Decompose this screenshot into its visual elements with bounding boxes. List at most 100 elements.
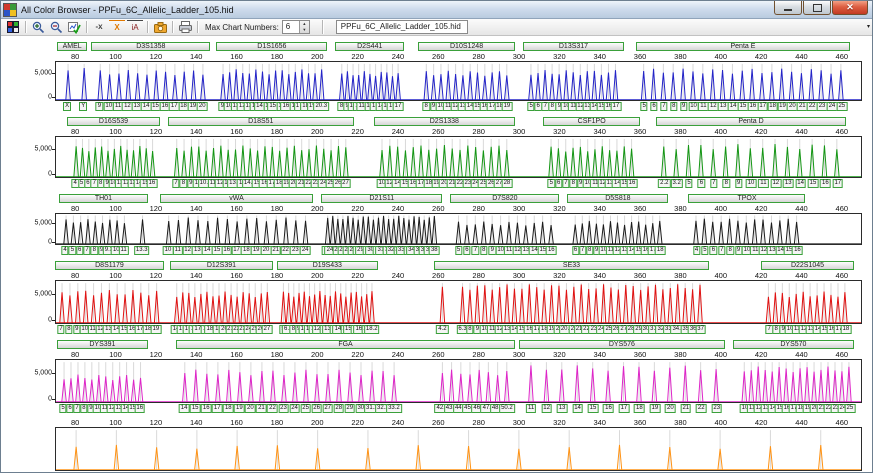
x-axis-tick: 300 — [512, 52, 526, 61]
maximize-button[interactable] — [803, 1, 831, 15]
electropherogram-trace — [60, 284, 847, 323]
allele-call-label: 16 — [603, 404, 614, 413]
x-axis-tick: 400 — [714, 271, 728, 280]
electropherogram-plot-orange[interactable] — [55, 427, 862, 471]
x-axis-row: 80 100 120 140 160 180 200 220 240 260 280 300 320 34… — [55, 204, 862, 213]
allele-call-label: 8 — [466, 325, 474, 334]
x-axis-tick: 140 — [189, 127, 203, 136]
x-axis-tick: 400 — [714, 127, 728, 136]
max-chart-numbers-spinner[interactable]: 6 ▲ ▼ — [281, 20, 310, 34]
zoom-out-button[interactable] — [48, 20, 64, 34]
title-bar[interactable]: All Color Browser - PPFu_6C_Allelic_Ladd… — [1, 1, 872, 19]
toolbar-separator — [147, 21, 148, 33]
spinner-arrows[interactable]: ▲ ▼ — [298, 21, 309, 33]
toolbar-separator — [86, 21, 87, 33]
camera-button[interactable] — [152, 20, 168, 34]
remove-x-button[interactable]: -x — [91, 20, 107, 34]
allele-call-label: 6 — [76, 246, 84, 255]
zoom-in-button[interactable] — [30, 20, 46, 34]
allele-call-label: 19 — [501, 102, 513, 111]
allele-call-label: 7 — [172, 179, 180, 188]
y-axis-max-label: 5,000 — [34, 290, 52, 298]
allele-call-label: 26 — [311, 404, 322, 413]
x-axis-tick: 100 — [109, 418, 122, 427]
allele-call-label: 19 — [150, 325, 162, 334]
allele-call-label: 4 — [692, 246, 701, 255]
channel-row-orange: 80 100 120 140 160 180 200 220 240 260 280 300 320 34… — [55, 418, 862, 472]
allele-call-label: 6 — [463, 246, 471, 255]
allele-call-label: 8 — [65, 325, 73, 334]
close-button[interactable]: ✕ — [832, 1, 868, 15]
electropherogram-plot-red[interactable]: 5,000 0 — [34, 280, 862, 324]
allele-call-label: 20 — [245, 404, 256, 413]
electropherogram-plot-blue[interactable]: 5,000 0 — [34, 61, 862, 101]
channel-row-green: D16S539 D18S51 D2S1338 CSF1PO Penta D 80 100 12… — [34, 116, 862, 190]
marker-label-d21s11: D21S11 — [321, 194, 443, 203]
allele-call-label: 18 — [634, 404, 645, 413]
x-axis-tick: 280 — [472, 204, 485, 213]
allele-call-label: 27 — [322, 404, 334, 413]
spinner-down-icon[interactable]: ▼ — [300, 27, 309, 33]
allele-call-row: 4 5 6 7 8 9 9.3 10 11 13.3 10 11 12 13 14 15 16 17 18 19 20 2… — [55, 246, 862, 257]
toolbar-separator — [197, 21, 198, 33]
x-axis-tick: 300 — [512, 350, 526, 359]
file-name-field[interactable]: PPFu_6C_Allelic_Ladder_105.hid — [335, 20, 468, 34]
electropherogram-plot-green[interactable]: 5,000 0 — [34, 136, 862, 178]
x-axis-tick: 120 — [149, 271, 163, 280]
allele-call-label: 10 — [688, 102, 699, 111]
x-axis-tick: 440 — [795, 52, 808, 61]
trace-svg — [56, 360, 861, 402]
allele-call-label: 11 — [758, 179, 769, 188]
x-axis-tick: 160 — [230, 204, 243, 213]
marker-header-row: D16S539 D18S51 D2S1338 CSF1PO Penta D — [55, 116, 862, 127]
allele-call-label: 11 — [526, 404, 537, 413]
x-axis-tick: 300 — [512, 271, 526, 280]
allele-call-label: 6 — [554, 179, 563, 188]
x-axis-tick: 420 — [754, 418, 768, 427]
x-axis-tick: 200 — [311, 271, 324, 280]
allele-call-label: 37 — [695, 325, 706, 334]
print-button[interactable] — [177, 20, 193, 34]
allele-call-label: 13.3 — [133, 246, 150, 255]
x-axis-tick: 340 — [593, 204, 606, 213]
marker-label-d8s1179: D8S1179 — [55, 261, 164, 270]
allele-call-label: 12 — [770, 179, 782, 188]
x-axis-tick: 320 — [553, 127, 566, 136]
marker-label-vwa: vWA — [159, 194, 314, 203]
allele-call-label: 4 — [61, 246, 69, 255]
electropherogram-plot-yellow[interactable]: 5,000 0 — [34, 213, 862, 245]
x-axis-tick: 380 — [674, 350, 687, 359]
marker-label-dys391: DYS391 — [57, 340, 148, 349]
allele-call-label: 17 — [392, 102, 404, 111]
x-axis-tick: 200 — [311, 418, 324, 427]
all-color-grid-button[interactable] — [5, 20, 21, 34]
allele-call-label: 7 — [710, 179, 718, 188]
allele-call-label: 20 — [664, 404, 676, 413]
x-axis-tick: 160 — [230, 350, 243, 359]
electropherogram-plot-purple[interactable]: 5,000 0 — [34, 359, 862, 403]
allele-call-label: 50.2 — [499, 404, 515, 413]
allele-call-label: 17 — [618, 404, 630, 413]
allele-call-label: 18 — [654, 246, 666, 255]
toolbar-separator — [321, 20, 323, 34]
trace-svg — [56, 281, 861, 323]
allele-call-label: 8 — [670, 102, 678, 111]
allele-call-label: 8 — [179, 179, 188, 188]
y-axis-tick — [52, 293, 55, 295]
camera-icon — [153, 21, 167, 33]
x-axis-tick: 440 — [795, 350, 808, 359]
chart-settings-button[interactable] — [66, 20, 82, 34]
allele-call-label: 21 — [680, 404, 692, 413]
x-axis-tick: 220 — [351, 418, 364, 427]
size-x-button[interactable]: X — [109, 19, 125, 35]
x-axis-tick: 100 — [109, 127, 122, 136]
toolbar-overflow-chevron[interactable]: ▾ — [867, 23, 870, 30]
allele-call-label: 38 — [428, 246, 440, 255]
x-axis-tick: 160 — [230, 271, 243, 280]
x-axis-tick: 380 — [674, 127, 687, 136]
marker-label-dys576: DYS576 — [519, 340, 725, 349]
x-axis-tick: 260 — [432, 271, 445, 280]
minimize-button[interactable] — [774, 1, 802, 15]
size-a-button[interactable]: iA — [127, 19, 143, 35]
x-axis-tick: 460 — [835, 204, 849, 213]
